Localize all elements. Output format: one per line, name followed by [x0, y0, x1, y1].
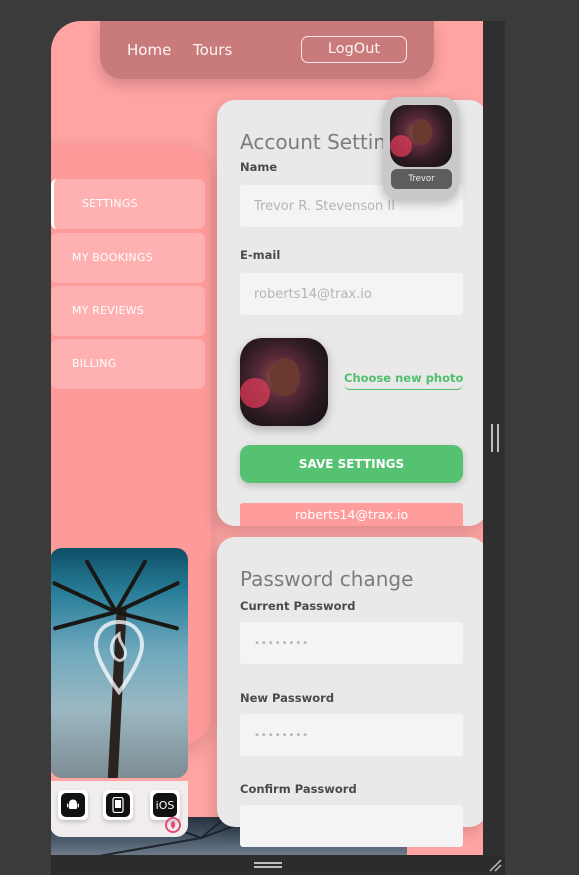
new-password-input[interactable]: [240, 714, 463, 756]
map-pin-icon: [165, 817, 181, 833]
confirm-password-label: Confirm Password: [240, 782, 357, 796]
scrollbar-grip-icon[interactable]: [491, 424, 499, 452]
sidebar-item-my-reviews[interactable]: MY REVIEWS: [51, 286, 205, 336]
save-settings-button[interactable]: SAVE SETTINGS: [240, 445, 463, 483]
app-download-bar: iOS: [51, 781, 188, 837]
avatar-name: Trevor: [391, 169, 452, 189]
resize-handle-icon[interactable]: [488, 858, 502, 872]
current-password-input[interactable]: [240, 622, 463, 664]
confirm-password-input[interactable]: [240, 805, 463, 847]
mobile-app-button[interactable]: [103, 790, 133, 820]
profile-photo: [240, 338, 328, 426]
name-label: Name: [240, 160, 278, 174]
avatar: [390, 105, 452, 167]
password-change-card: Password change Current Password New Pas…: [217, 537, 483, 847]
password-change-title: Password change: [240, 567, 414, 591]
location-pin-logo-icon: [93, 619, 145, 696]
top-navigation: Home Tours LogOut: [100, 21, 434, 79]
user-avatar-badge[interactable]: Trevor: [383, 97, 459, 199]
current-password-label: Current Password: [240, 599, 356, 613]
email-input[interactable]: [240, 273, 463, 315]
email-label: E-mail: [240, 248, 281, 262]
sidebar-item-settings[interactable]: SETTINGS: [51, 179, 205, 229]
choose-new-photo-button[interactable]: Choose new photo: [344, 371, 464, 390]
app-promo-image: [51, 548, 188, 778]
android-icon: [67, 799, 79, 809]
nav-home-link[interactable]: Home: [127, 41, 171, 59]
sidebar-item-billing[interactable]: BILLING: [51, 339, 205, 389]
logout-button[interactable]: LogOut: [301, 36, 407, 63]
app-viewport: Home Tours LogOut SETTINGS MY BOOKINGS M…: [51, 21, 483, 855]
new-password-label: New Password: [240, 691, 335, 705]
android-app-button[interactable]: [58, 790, 88, 820]
ios-icon: iOS: [153, 793, 177, 817]
nav-tours-link[interactable]: Tours: [193, 41, 232, 59]
phone-icon: [112, 797, 124, 813]
email-display-bar: roberts14@trax.io: [240, 503, 463, 526]
sidebar: SETTINGS MY BOOKINGS MY REVIEWS BILLING: [51, 145, 211, 837]
sidebar-item-my-bookings[interactable]: MY BOOKINGS: [51, 233, 205, 283]
horizontal-grip-icon[interactable]: [254, 862, 282, 868]
